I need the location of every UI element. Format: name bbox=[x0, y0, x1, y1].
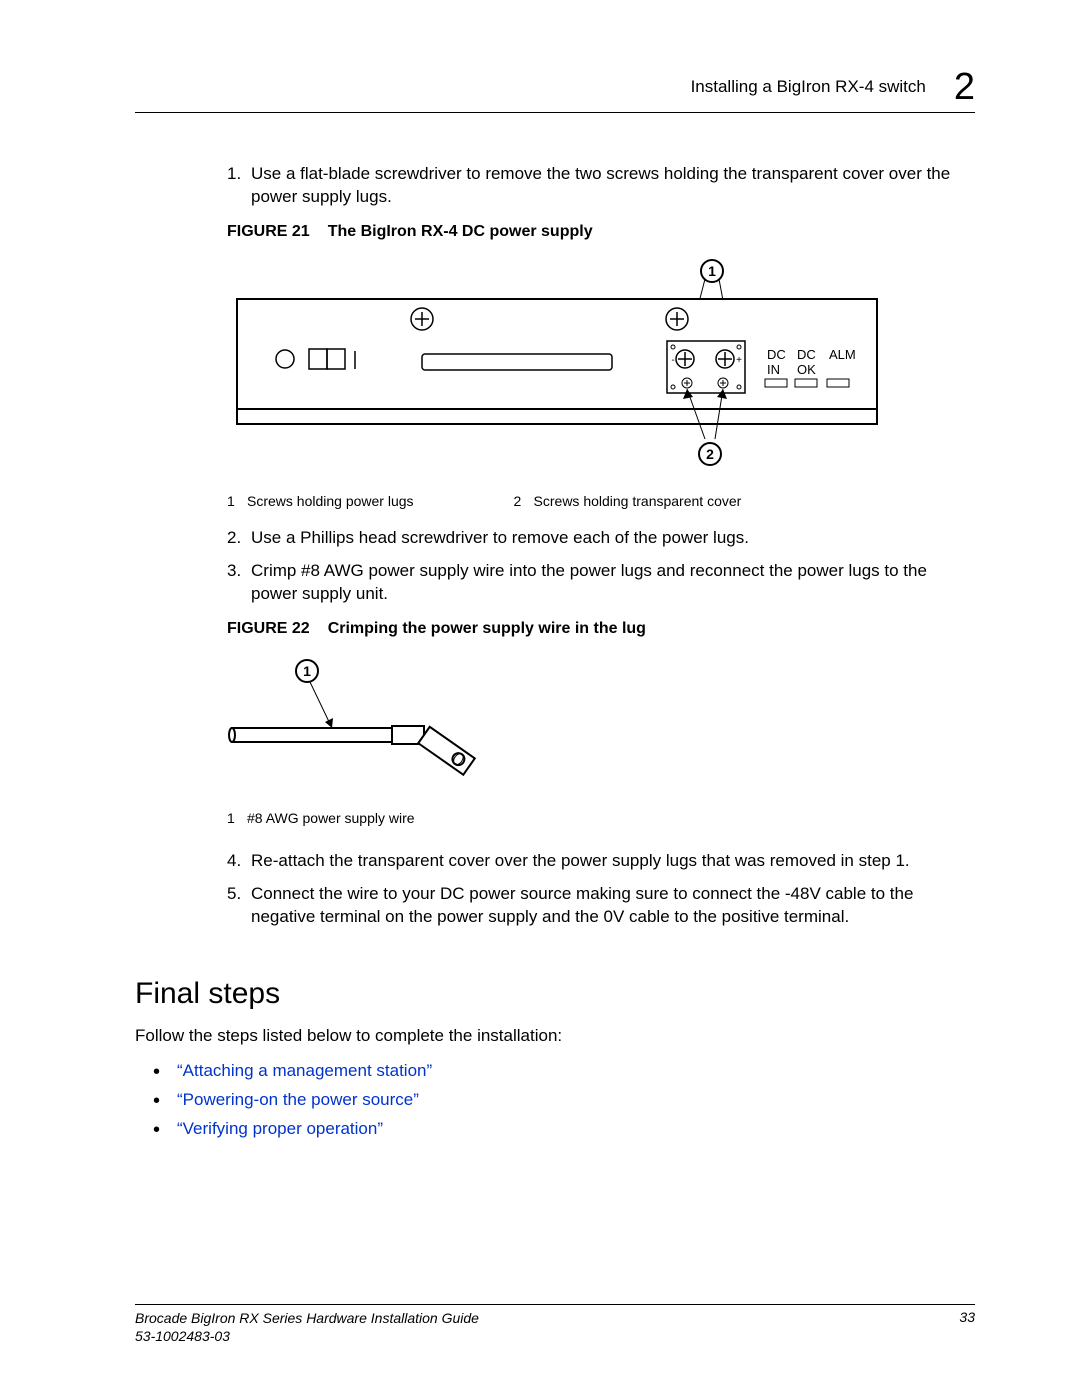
label-in: IN bbox=[767, 362, 780, 377]
label-dc: DC bbox=[767, 347, 786, 362]
legend-number: 1 bbox=[227, 493, 247, 509]
svg-text:+: + bbox=[736, 355, 742, 366]
step-text: Connect the wire to your DC power source… bbox=[251, 883, 975, 929]
legend-text: Screws holding transparent cover bbox=[534, 493, 742, 509]
figure21-caption: FIGURE 21 The BigIron RX-4 DC power suppl… bbox=[227, 223, 975, 241]
final-steps-intro: Follow the steps listed below to complet… bbox=[135, 1025, 975, 1048]
svg-text:2: 2 bbox=[706, 446, 714, 462]
list-item: “Verifying proper operation” bbox=[135, 1115, 975, 1144]
step-1: 1. Use a flat-blade screwdriver to remov… bbox=[227, 163, 975, 209]
footer-guide-title: Brocade BigIron RX Series Hardware Insta… bbox=[135, 1309, 479, 1327]
step-number: 2. bbox=[227, 527, 251, 550]
page-footer: Brocade BigIron RX Series Hardware Insta… bbox=[135, 1304, 975, 1345]
figure-label: FIGURE 21 bbox=[227, 223, 310, 240]
step-number: 1. bbox=[227, 163, 251, 209]
label-ok: OK bbox=[797, 362, 816, 377]
final-steps-heading: Final steps bbox=[135, 977, 975, 1011]
step-number: 5. bbox=[227, 883, 251, 929]
figure21-image: 1 bbox=[227, 259, 975, 479]
step-4: 4. Re-attach the transparent cover over … bbox=[227, 850, 975, 873]
step-2: 2. Use a Phillips head screwdriver to re… bbox=[227, 527, 975, 550]
link-attaching-management-station[interactable]: “Attaching a management station” bbox=[177, 1061, 432, 1080]
step-number: 3. bbox=[227, 560, 251, 606]
link-verifying-operation[interactable]: “Verifying proper operation” bbox=[177, 1119, 383, 1138]
legend-text: Screws holding power lugs bbox=[247, 493, 414, 509]
legend-number: 2 bbox=[514, 493, 534, 509]
list-item: “Attaching a management station” bbox=[135, 1057, 975, 1086]
link-powering-on[interactable]: “Powering-on the power source” bbox=[177, 1090, 419, 1109]
footer-doc-number: 53-1002483-03 bbox=[135, 1327, 479, 1345]
step-number: 4. bbox=[227, 850, 251, 873]
final-steps-links: “Attaching a management station” “Poweri… bbox=[135, 1057, 975, 1144]
step-text: Re-attach the transparent cover over the… bbox=[251, 850, 975, 873]
step-text: Use a Phillips head screwdriver to remov… bbox=[251, 527, 975, 550]
page-header: Installing a BigIron RX-4 switch 2 bbox=[135, 68, 975, 113]
figure-label: FIGURE 22 bbox=[227, 620, 310, 637]
footer-page-number: 33 bbox=[959, 1309, 975, 1345]
figure22-caption: FIGURE 22 Crimping the power supply wire … bbox=[227, 620, 975, 638]
figure-caption-text: Crimping the power supply wire in the lu… bbox=[328, 620, 646, 637]
header-title: Installing a BigIron RX-4 switch bbox=[691, 77, 926, 97]
legend-text: #8 AWG power supply wire bbox=[247, 810, 415, 826]
chapter-number: 2 bbox=[954, 68, 975, 106]
step-5: 5. Connect the wire to your DC power sou… bbox=[227, 883, 975, 929]
step-3: 3. Crimp #8 AWG power supply wire into t… bbox=[227, 560, 975, 606]
label-dc2: DC bbox=[797, 347, 816, 362]
svg-text:1: 1 bbox=[708, 263, 716, 279]
label-alm: ALM bbox=[829, 347, 856, 362]
step-text: Crimp #8 AWG power supply wire into the … bbox=[251, 560, 975, 606]
figure22-legend: 1 #8 AWG power supply wire bbox=[227, 810, 975, 826]
figure21-legend: 1 Screws holding power lugs 2 Screws hol… bbox=[227, 493, 975, 509]
svg-text:1: 1 bbox=[303, 663, 311, 679]
step-text: Use a flat-blade screwdriver to remove t… bbox=[251, 163, 975, 209]
legend-number: 1 bbox=[227, 810, 247, 826]
svg-text:-: - bbox=[671, 355, 674, 366]
figure22-image: 1 bbox=[227, 656, 975, 796]
figure-caption-text: The BigIron RX-4 DC power supply bbox=[328, 223, 593, 240]
list-item: “Powering-on the power source” bbox=[135, 1086, 975, 1115]
